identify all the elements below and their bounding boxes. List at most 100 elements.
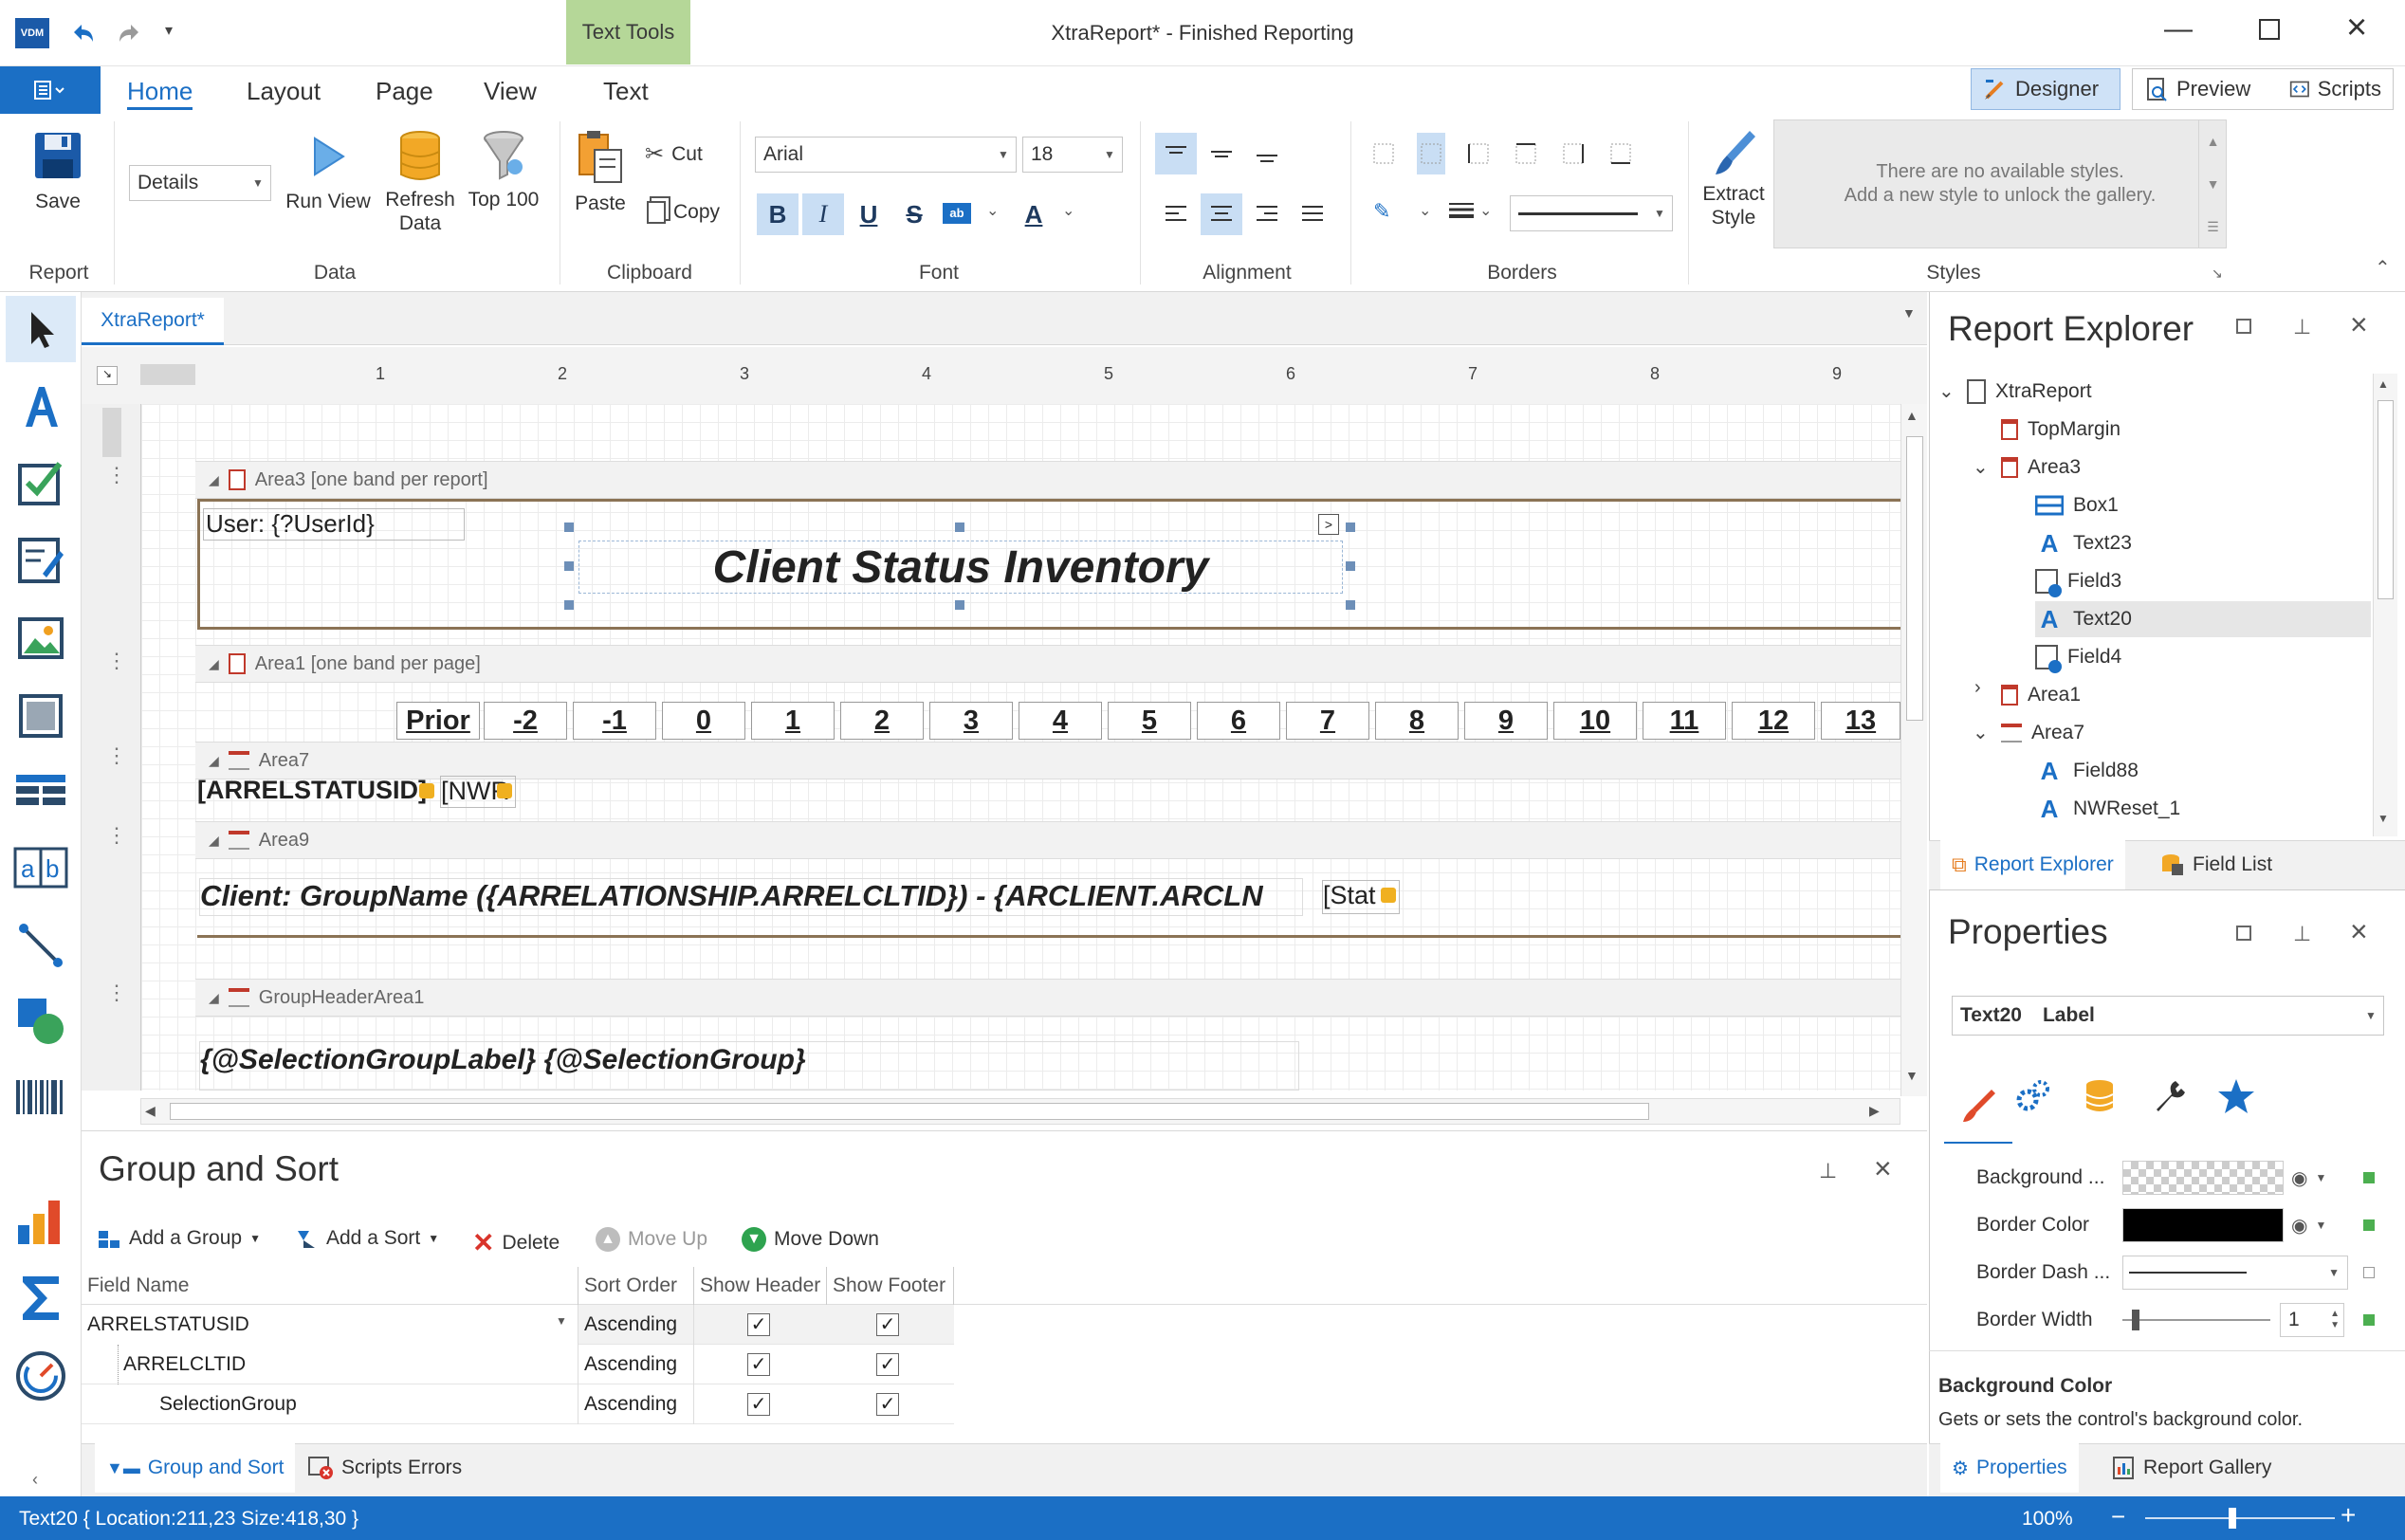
zoom-percentage[interactable]: 100%: [2022, 1508, 2073, 1531]
delete-button[interactable]: ✕ Delete: [472, 1227, 560, 1258]
chevron-right-icon[interactable]: ▶: [1869, 1103, 1880, 1119]
tab-properties[interactable]: ⚙ Properties: [1940, 1443, 2079, 1493]
column-header-cell[interactable]: 2: [840, 702, 924, 740]
refresh-data-button[interactable]: Refresh Data: [377, 129, 463, 235]
pointer-tool[interactable]: [6, 296, 76, 362]
border-right-icon[interactable]: [1559, 133, 1588, 174]
band-header-area7[interactable]: ◢ Area7: [195, 742, 1900, 779]
column-header-cell[interactable]: 13: [1821, 702, 1900, 740]
table-row[interactable]: SelectionGroup Ascending ✓ ✓: [82, 1384, 954, 1424]
pin-icon[interactable]: ⊥: [1819, 1159, 1837, 1183]
chevron-down-icon[interactable]: ⌄: [1419, 201, 1431, 220]
gallery-scroll[interactable]: ▲ ▼ ☰: [2198, 119, 2227, 248]
preview-button[interactable]: Preview: [2132, 68, 2282, 110]
column-header-cell[interactable]: 10: [1553, 702, 1637, 740]
band-grip-icon[interactable]: ⋮: [106, 465, 127, 486]
close-panel-icon[interactable]: ×: [2350, 914, 2368, 949]
tree-node-box1[interactable]: Box1: [2035, 487, 2119, 523]
color-picker-icon[interactable]: ◉: [2291, 1166, 2307, 1190]
background-swatch[interactable]: [2122, 1161, 2284, 1195]
chevron-left-icon[interactable]: ◀: [145, 1103, 156, 1119]
highlight-color-icon[interactable]: ab: [943, 203, 971, 224]
panel-tool[interactable]: [6, 683, 76, 749]
sort-order-cell[interactable]: Ascending: [578, 1345, 694, 1384]
column-header-cell[interactable]: 1: [751, 702, 835, 740]
quick-access-dropdown-icon[interactable]: ▾: [165, 21, 173, 40]
band-selector-combo[interactable]: Details ▼: [129, 165, 271, 201]
tab-report-gallery[interactable]: Report Gallery: [2100, 1443, 2283, 1493]
strikethrough-button[interactable]: S: [893, 193, 935, 235]
selection-group-label[interactable]: {@SelectionGroupLabel} {@SelectionGroup}: [199, 1041, 1299, 1091]
collapse-triangle-icon[interactable]: ◢: [209, 990, 219, 1006]
barcode-tool[interactable]: [6, 1064, 76, 1130]
vertical-scrollbar[interactable]: ▲ ▼: [1900, 404, 1927, 1096]
tree-node-field3[interactable]: Field3: [2035, 563, 2121, 599]
resize-handle[interactable]: [564, 561, 574, 571]
col-show-header[interactable]: Show Header: [694, 1267, 827, 1305]
behavior-category-tab[interactable]: [2014, 1077, 2052, 1121]
tree-node-field88[interactable]: A Field88: [2035, 753, 2139, 789]
chevron-down-icon[interactable]: ▼: [1905, 1068, 1918, 1083]
table-row[interactable]: ARRELCLTID Ascending ✓ ✓: [82, 1345, 954, 1384]
favorites-category-tab[interactable]: [2217, 1077, 2255, 1121]
top-100-button[interactable]: Top 100: [463, 129, 544, 211]
shape-tool[interactable]: [6, 988, 76, 1054]
character-comb-tool[interactable]: ab: [6, 834, 76, 901]
doc-tab-menu-icon[interactable]: ▼: [1902, 305, 1916, 321]
column-header-cell[interactable]: 5: [1108, 702, 1191, 740]
align-bottom-icon[interactable]: [1246, 133, 1288, 174]
align-left-icon[interactable]: [1155, 193, 1197, 235]
column-header-cell[interactable]: 11: [1643, 702, 1726, 740]
tab-layout[interactable]: Layout: [247, 66, 321, 114]
toolbox-scroll-icon[interactable]: ‹: [32, 1470, 38, 1490]
border-dash-select[interactable]: ▼: [2122, 1256, 2348, 1290]
tree-node-nwreset[interactable]: A NWReset_1: [2035, 791, 2181, 827]
border-none-icon[interactable]: [1369, 133, 1398, 174]
summary-tool[interactable]: [6, 1265, 76, 1331]
smart-tag-icon[interactable]: >: [1318, 514, 1339, 535]
field-name-cell[interactable]: ARRELSTATUSID: [82, 1305, 578, 1345]
zoom-slider-thumb[interactable]: [2229, 1508, 2236, 1529]
minimize-icon[interactable]: —: [2164, 13, 2193, 46]
table-tool[interactable]: [6, 759, 76, 825]
resize-handle[interactable]: [1346, 522, 1355, 532]
selected-control-combo[interactable]: Text20 Label ▼: [1952, 996, 2384, 1036]
chevron-down-icon[interactable]: ▼: [556, 1314, 567, 1328]
column-header-cell[interactable]: 9: [1464, 702, 1548, 740]
tree-node-topmargin[interactable]: TopMargin: [2001, 412, 2120, 448]
col-field-name[interactable]: Field Name: [82, 1267, 578, 1305]
close-panel-icon[interactable]: ×: [1874, 1151, 1892, 1186]
gallery-expand-icon[interactable]: ☰: [2207, 219, 2219, 235]
column-header-cell[interactable]: 8: [1375, 702, 1459, 740]
column-header-cell[interactable]: Prior: [396, 702, 480, 740]
doc-tab-xtrareport[interactable]: XtraReport*: [82, 298, 224, 345]
picture-tool[interactable]: [6, 605, 76, 671]
field-name-cell[interactable]: SelectionGroup: [154, 1384, 578, 1424]
tree-node-xtrareport[interactable]: XtraReport: [1967, 374, 2092, 410]
zoom-slider[interactable]: [2145, 1517, 2335, 1519]
column-header-cell[interactable]: -1: [573, 702, 656, 740]
column-header-cell[interactable]: 7: [1286, 702, 1369, 740]
scroll-thumb[interactable]: [2377, 400, 2394, 599]
bold-button[interactable]: B: [757, 193, 799, 235]
chevron-down-icon[interactable]: ▼: [2315, 1171, 2326, 1184]
run-view-button[interactable]: Run View: [281, 133, 376, 213]
column-header-cell[interactable]: 4: [1019, 702, 1102, 740]
band-header-area9[interactable]: ◢ Area9: [195, 821, 1900, 859]
styles-gallery[interactable]: There are no available styles. Add a new…: [1773, 119, 2227, 248]
file-menu-button[interactable]: [0, 66, 101, 114]
pin-icon[interactable]: ⊥: [2293, 315, 2311, 339]
italic-button[interactable]: I: [802, 193, 844, 235]
band-grip-icon[interactable]: ⋮: [106, 982, 127, 1003]
collapse-triangle-icon[interactable]: ◢: [209, 753, 219, 769]
slider-thumb[interactable]: [2132, 1310, 2139, 1330]
chevron-right-icon[interactable]: ›: [1974, 677, 1981, 699]
chevron-down-icon[interactable]: ▼: [2207, 176, 2220, 192]
collapse-triangle-icon[interactable]: ◢: [209, 656, 219, 672]
tab-home[interactable]: Home: [127, 66, 193, 114]
font-color-icon[interactable]: A: [1013, 193, 1055, 235]
column-header-cell[interactable]: 3: [929, 702, 1013, 740]
align-right-icon[interactable]: [1246, 193, 1288, 235]
chevron-down-icon[interactable]: ⌄: [1973, 721, 1989, 744]
chevron-up-icon[interactable]: ▲: [2207, 134, 2220, 149]
